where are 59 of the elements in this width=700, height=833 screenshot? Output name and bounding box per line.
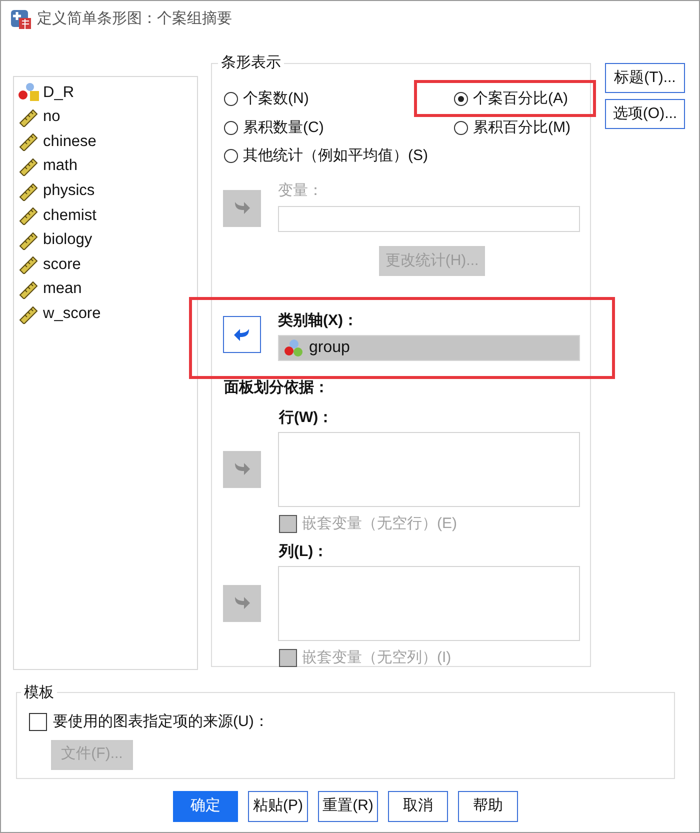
back-arrow-icon [233, 326, 251, 342]
dialog-button[interactable]: 取消 [388, 791, 448, 822]
variable-item[interactable]: math [18, 154, 197, 178]
dialog-button[interactable]: 帮助 [458, 791, 518, 822]
radio-label: 累积百分比(M) [473, 118, 570, 138]
field-label: 行(W)： [279, 408, 334, 428]
radio-button[interactable] [224, 92, 238, 106]
ruler-icon [18, 254, 40, 274]
field-label: 列(L)： [279, 542, 330, 562]
variable-name: group [309, 338, 350, 358]
variable-item[interactable]: D_R [18, 80, 197, 105]
columns-field[interactable] [278, 566, 580, 640]
variable-item[interactable]: chemist [18, 202, 197, 228]
checkbox-label: 要使用的图表指定项的来源(U)： [53, 712, 269, 732]
category-axis-field[interactable]: group [278, 334, 580, 360]
nominal-variable-icon [283, 338, 305, 358]
field-label: 变量： [278, 180, 324, 200]
checkbox[interactable] [29, 713, 47, 732]
ruler-icon [18, 106, 40, 127]
radio-label: 其他统计（例如平均值）(S) [243, 146, 428, 166]
dialog-button[interactable]: 选项(O)... [605, 99, 685, 129]
ruler-icon [18, 180, 40, 201]
radio-button[interactable] [454, 92, 468, 106]
ruler-icon [18, 205, 40, 226]
variable-item[interactable]: mean [18, 276, 197, 302]
radio-label: 累积数量(C) [243, 118, 324, 138]
variable-item[interactable]: no [18, 104, 197, 130]
ruler-icon [18, 230, 40, 250]
radio-button[interactable] [224, 120, 238, 135]
variable-field[interactable] [278, 206, 580, 232]
variable-item[interactable]: w_score [18, 301, 197, 326]
radio-label: 个案百分比(A) [473, 89, 568, 109]
forward-arrow-icon [233, 595, 251, 611]
move-button[interactable] [223, 316, 261, 353]
app-icon [9, 7, 33, 31]
group-title: 面板划分依据： [224, 378, 330, 398]
forward-arrow-icon [233, 200, 251, 216]
checkbox-label: 嵌套变量（无空列）(I) [302, 648, 452, 668]
ok-button[interactable]: 确定 [173, 791, 238, 822]
variable-item[interactable]: physics [18, 178, 197, 203]
dialog-button[interactable]: 粘贴(P) [248, 791, 308, 822]
rows-field[interactable] [278, 432, 580, 506]
field-label: 类别轴(X)： [278, 311, 359, 331]
window-title: 定义简单条形图：个案组摘要 [37, 8, 232, 29]
radio-button[interactable] [454, 120, 468, 135]
variable-item[interactable]: chinese [18, 129, 197, 154]
forward-arrow-icon [233, 461, 251, 477]
nominal-variable-icon [18, 82, 40, 102]
ruler-icon [18, 304, 40, 324]
radio-button[interactable] [224, 149, 238, 164]
variable-item[interactable]: biology [18, 228, 197, 252]
variable-item[interactable]: score [18, 252, 197, 277]
checkbox-label: 嵌套变量（无空行）(E) [302, 514, 457, 534]
dialog-button[interactable]: 重置(R) [318, 791, 378, 822]
radio-label: 个案数(N) [243, 89, 309, 109]
dialog-button[interactable]: 标题(T)... [605, 63, 685, 93]
ruler-icon [18, 131, 40, 152]
ruler-icon [18, 156, 40, 176]
ruler-icon [18, 279, 40, 300]
